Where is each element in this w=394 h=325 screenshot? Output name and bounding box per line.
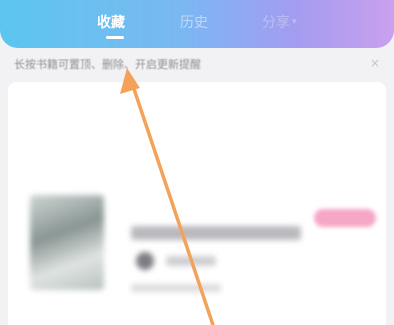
book-title[interactable] [131, 226, 301, 240]
close-icon[interactable]: × [370, 56, 380, 70]
tab-favorites[interactable]: 收藏 [97, 12, 125, 32]
hint-bar: 长按书籍可置顶、删除、开启更新提醒 × [0, 56, 394, 78]
tab-more[interactable]: 分享 ▾ [262, 12, 297, 32]
tab-history[interactable]: 历史 [180, 12, 208, 32]
status-badge [314, 209, 376, 227]
book-cover[interactable] [30, 195, 104, 290]
chevron-down-icon: ▾ [292, 17, 297, 27]
book-meta [131, 284, 221, 292]
top-tab-bar: 收藏 历史 分享 ▾ [0, 0, 394, 48]
active-tab-indicator [106, 36, 124, 39]
hint-text: 长按书籍可置顶、删除、开启更新提醒 [14, 58, 201, 71]
author-avatar [136, 252, 154, 270]
book-author [166, 256, 216, 266]
tab-more-label: 分享 [262, 15, 290, 31]
